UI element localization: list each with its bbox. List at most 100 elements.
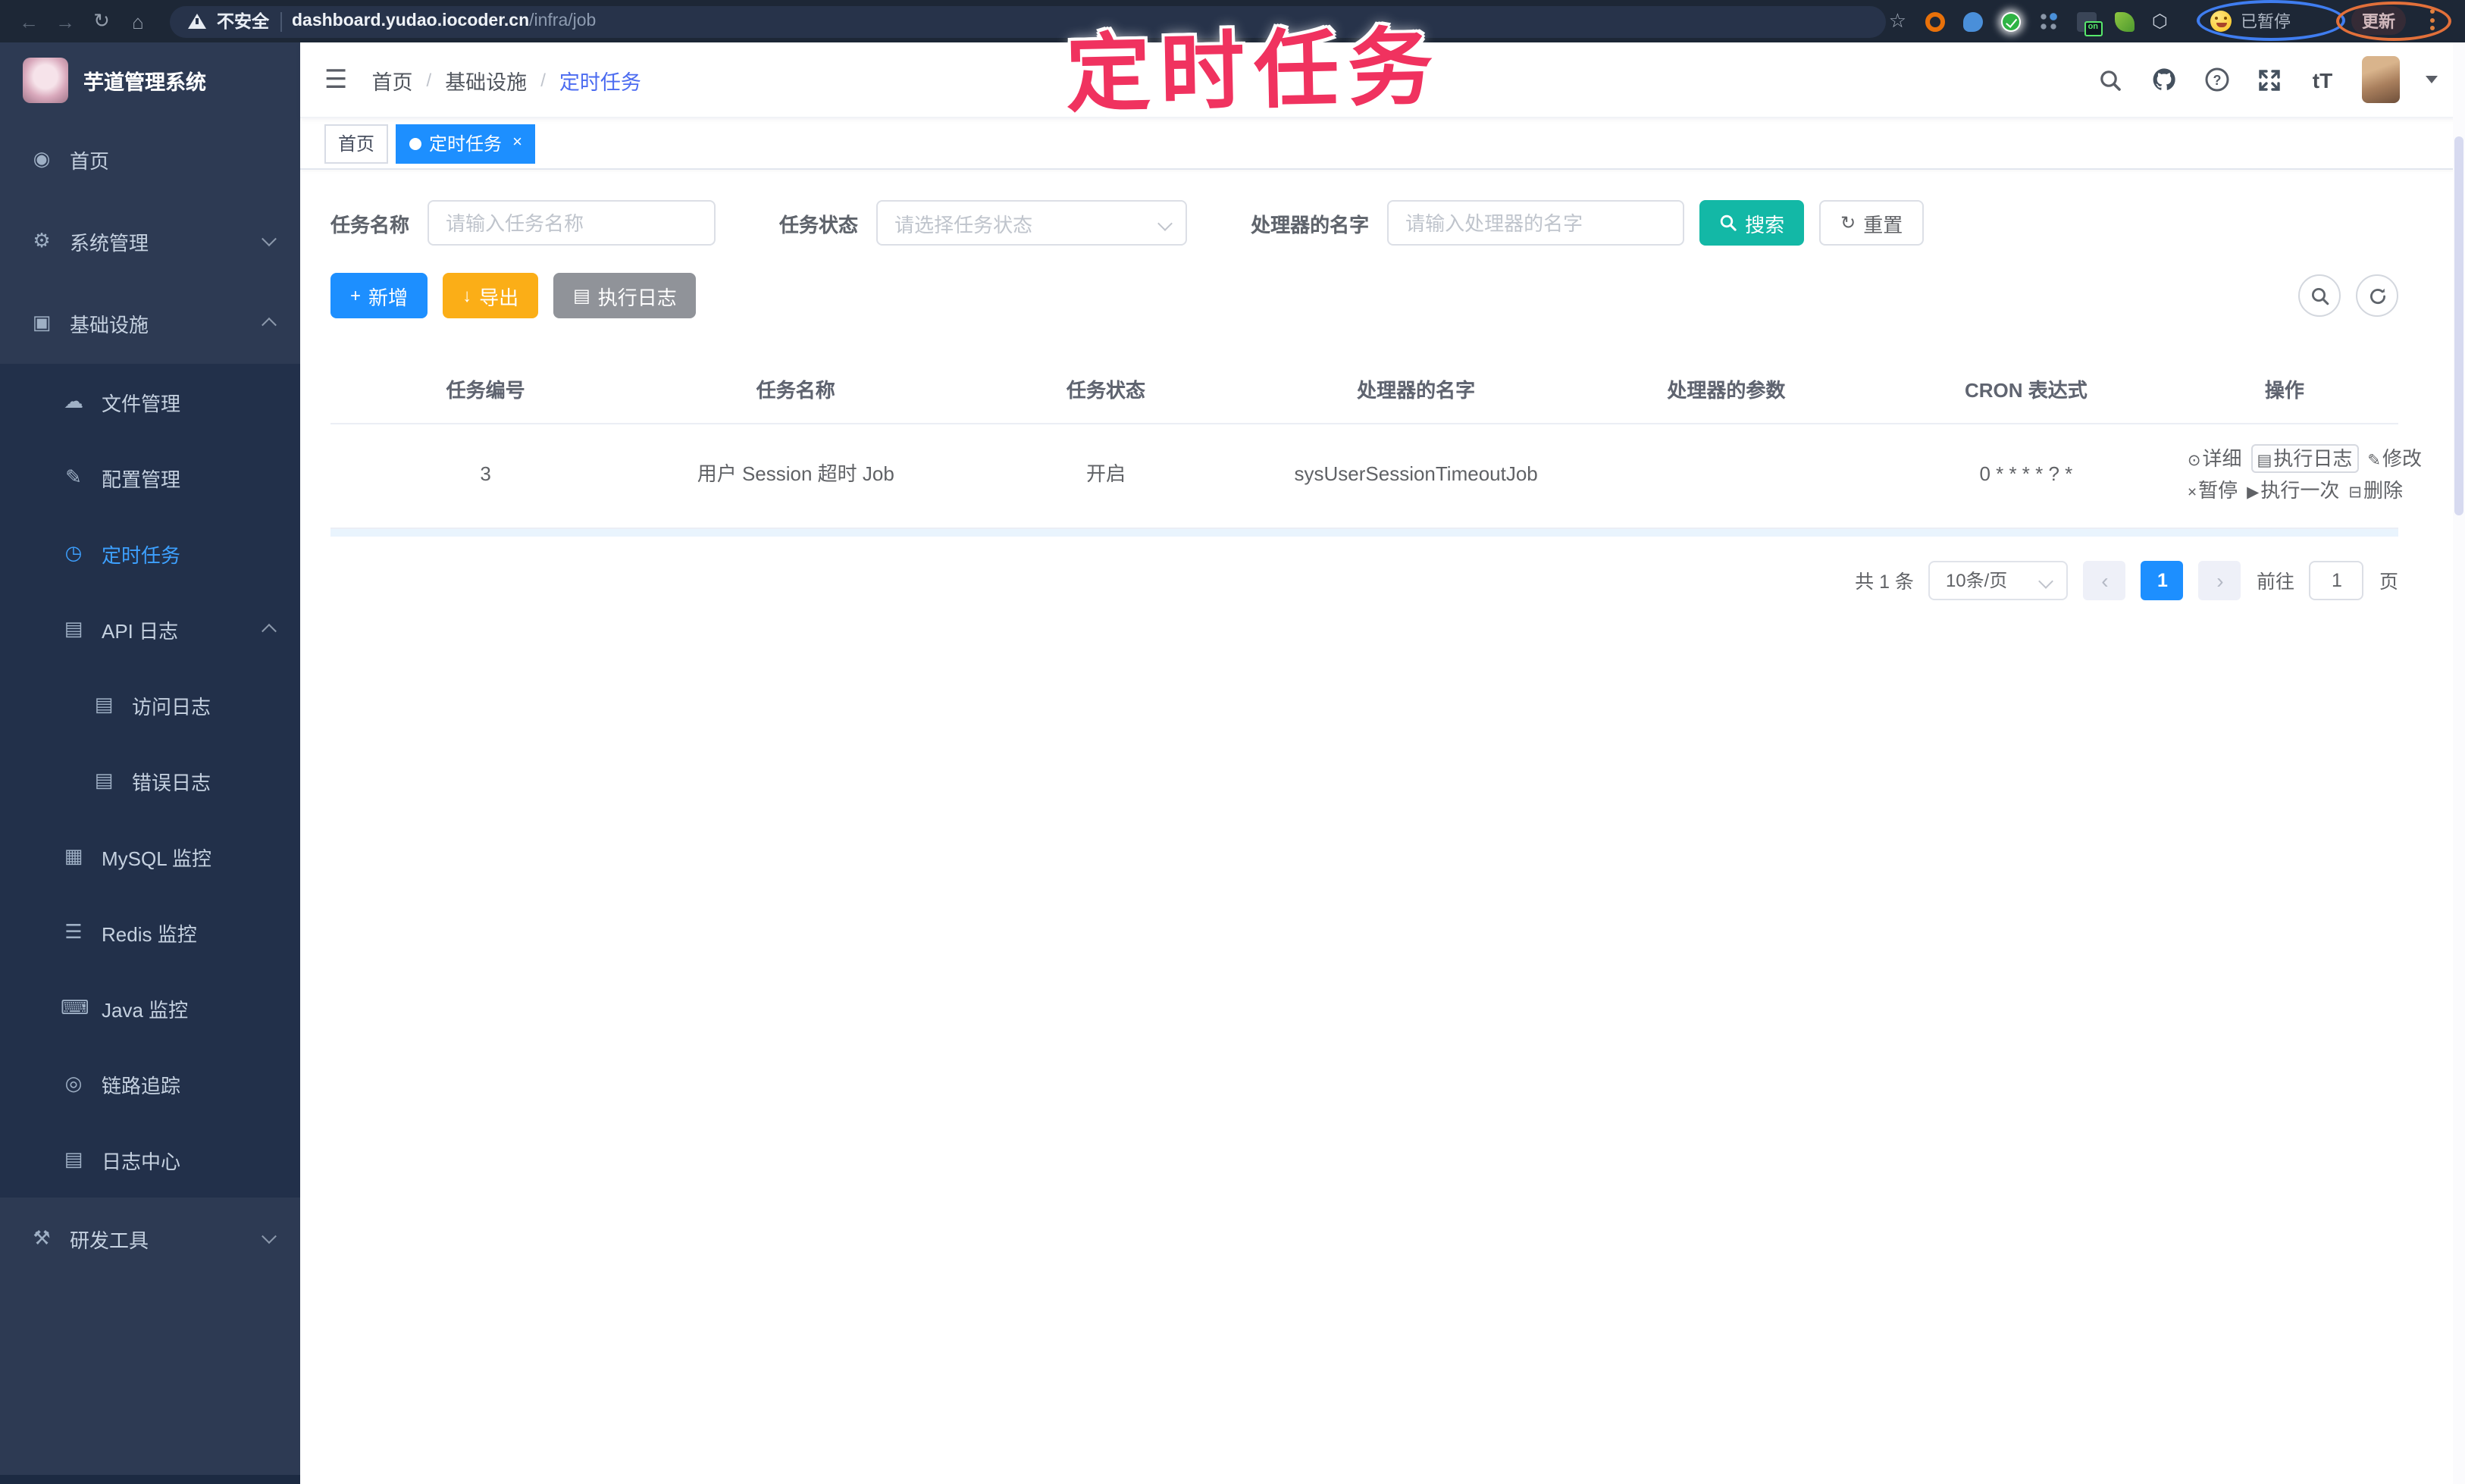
goto-page-input[interactable] xyxy=(2309,560,2364,600)
tab-scheduled-jobs[interactable]: 定时任务 × xyxy=(396,124,536,163)
github-icon[interactable] xyxy=(2150,66,2177,93)
next-page-button[interactable]: › xyxy=(2198,560,2241,600)
export-button[interactable]: ↓ 导出 xyxy=(443,273,539,318)
download-icon: ↓ xyxy=(462,285,472,306)
hamburger-icon[interactable]: ☰ xyxy=(324,64,348,95)
tab-label: 首页 xyxy=(338,133,375,155)
sidebar-item-trace[interactable]: ◎ 链路追踪 xyxy=(0,1046,300,1122)
sidebar-item-home[interactable]: ◉ 首页 xyxy=(0,118,300,200)
current-page-button[interactable]: 1 xyxy=(2141,560,2184,600)
sidebar: 芋道管理系统 ◉ 首页 ⚙ 系统管理 ▣ 基础设施 ☁ 文件管理 ✎ 配置管理 … xyxy=(0,42,300,1484)
tools-icon: ⚒ xyxy=(33,1226,51,1249)
extension-icon[interactable] xyxy=(1925,11,1945,31)
delete-link[interactable]: ⊟ 删除 xyxy=(2348,479,2403,502)
x-icon: × xyxy=(2187,483,2197,502)
bookmark-star-icon[interactable]: ☆ xyxy=(1889,9,1906,33)
clipboard-icon: ▤ xyxy=(573,285,590,306)
avatar-caret-icon[interactable] xyxy=(2426,76,2438,83)
browser-forward-icon[interactable]: → xyxy=(49,10,82,33)
chevron-up-icon xyxy=(262,623,277,639)
breadcrumb-separator: / xyxy=(540,69,546,90)
sidebar-item-label: 基础设施 xyxy=(70,313,149,336)
extensions-puzzle-icon[interactable]: ⬡ xyxy=(2152,11,2168,32)
refresh-icon: ↻ xyxy=(1840,212,1856,233)
scrollbar-thumb[interactable] xyxy=(2454,136,2463,515)
toggle-search-button[interactable] xyxy=(2298,274,2341,317)
help-icon[interactable]: ? xyxy=(2203,66,2230,93)
table-utility-buttons xyxy=(2298,274,2398,317)
sidebar-item-infra[interactable]: ▣ 基础设施 xyxy=(0,282,300,364)
sidebar-item-file-manage[interactable]: ☁ 文件管理 xyxy=(0,364,300,440)
database-icon: ▦ xyxy=(64,844,83,867)
sidebar-item-label: 研发工具 xyxy=(70,1229,149,1251)
col-cron: CRON 表达式 xyxy=(1881,355,2171,424)
edit-link[interactable]: ✎ 修改 xyxy=(2367,447,2422,470)
app-logo-row[interactable]: 芋道管理系统 xyxy=(0,42,300,118)
extension-icon[interactable]: on xyxy=(2076,11,2103,36)
user-avatar[interactable] xyxy=(2362,56,2400,103)
extension-icon[interactable] xyxy=(1962,11,1983,31)
refresh-table-button[interactable] xyxy=(2356,274,2398,317)
pagination: 共 1 条 10条/页 ‹ 1 › 前往 页 xyxy=(330,560,2398,600)
sidebar-item-config-manage[interactable]: ✎ 配置管理 xyxy=(0,440,300,515)
run-once-link[interactable]: ▶ 执行一次 xyxy=(2247,479,2339,502)
page-size-value: 10条/页 xyxy=(1945,570,2008,592)
job-status-select[interactable]: 请选择任务状态 xyxy=(876,200,1188,246)
job-log-link[interactable]: ▤ 执行日志 xyxy=(2250,444,2359,473)
extension-leaf-icon[interactable] xyxy=(2114,11,2135,31)
prev-page-button[interactable]: ‹ xyxy=(2083,560,2126,600)
sidebar-item-log-center[interactable]: ▤ 日志中心 xyxy=(0,1122,300,1198)
sidebar-bottom-scrollbar[interactable] xyxy=(0,1475,300,1484)
extension-check-icon[interactable] xyxy=(2000,11,2021,31)
search-icon[interactable] xyxy=(2097,66,2124,93)
breadcrumb-home[interactable]: 首页 xyxy=(372,64,413,95)
breadcrumb-section[interactable]: 基础设施 xyxy=(445,64,527,95)
sidebar-item-access-log[interactable]: ▤ 访问日志 xyxy=(0,667,300,743)
sidebar-item-api-log[interactable]: ▤ API 日志 xyxy=(0,591,300,667)
tab-home[interactable]: 首页 xyxy=(324,124,389,163)
pause-link[interactable]: × 暂停 xyxy=(2188,479,2238,502)
filter-form: 任务名称 任务状态 请选择任务状态 处理器的名字 搜索 ↻ xyxy=(330,200,2398,246)
sidebar-item-label: 访问日志 xyxy=(132,695,211,718)
reset-button-label: 重置 xyxy=(1863,213,1903,236)
job-name-input[interactable] xyxy=(428,200,716,246)
col-handler-name: 处理器的名字 xyxy=(1261,355,1571,424)
col-job-name: 任务名称 xyxy=(641,355,951,424)
page-scrollbar[interactable] xyxy=(2453,42,2465,1484)
extension-grid-icon[interactable] xyxy=(2038,11,2059,31)
sidebar-item-mysql-monitor[interactable]: ▦ MySQL 监控 xyxy=(0,819,300,894)
cell-job-status: 开启 xyxy=(951,424,1261,529)
job-log-button[interactable]: ▤ 执行日志 xyxy=(553,273,697,318)
sidebar-menu: ◉ 首页 ⚙ 系统管理 ▣ 基础设施 ☁ 文件管理 ✎ 配置管理 ◷ 定时任务 … xyxy=(0,118,300,1279)
sidebar-item-scheduled-jobs[interactable]: ◷ 定时任务 xyxy=(0,515,300,591)
sidebar-item-label: API 日志 xyxy=(102,619,179,642)
reset-button[interactable]: ↻ 重置 xyxy=(1819,200,1925,246)
font-size-icon[interactable]: tT xyxy=(2309,66,2336,93)
sidebar-item-system[interactable]: ⚙ 系统管理 xyxy=(0,200,300,282)
add-button[interactable]: + 新增 xyxy=(330,273,428,318)
detail-link[interactable]: ⊙ 详细 xyxy=(2188,447,2242,470)
page-size-select[interactable]: 10条/页 xyxy=(1928,560,2069,600)
breadcrumb-current: 定时任务 xyxy=(559,70,641,93)
handler-name-input[interactable] xyxy=(1387,200,1685,246)
browser-home-icon[interactable]: ⌂ xyxy=(121,10,155,33)
browser-reload-icon[interactable]: ↻ xyxy=(85,9,118,33)
sidebar-item-error-log[interactable]: ▤ 错误日志 xyxy=(0,743,300,819)
close-icon[interactable]: × xyxy=(512,134,522,152)
chevron-down-icon xyxy=(2039,573,2054,589)
pencil-icon: ✎ xyxy=(2367,452,2381,470)
job-status-label: 任务状态 xyxy=(779,213,859,236)
chevron-down-icon xyxy=(262,231,277,247)
chevron-down-icon xyxy=(262,1229,277,1244)
address-bar[interactable]: 不安全 dashboard.yudao.iocoder.cn/infra/job xyxy=(170,5,1886,37)
search-button[interactable]: 搜索 xyxy=(1699,200,1805,246)
fullscreen-icon[interactable] xyxy=(2256,66,2283,93)
table-row: 3 用户 Session 超时 Job 开启 sysUserSessionTim… xyxy=(330,424,2422,529)
browser-back-icon[interactable]: ← xyxy=(12,10,45,33)
sidebar-item-dev-tools[interactable]: ⚒ 研发工具 xyxy=(0,1198,300,1279)
sidebar-item-java-monitor[interactable]: ⌨ Java 监控 xyxy=(0,970,300,1046)
url-host: dashboard.yudao.iocoder.cn xyxy=(292,12,530,30)
sidebar-item-redis-monitor[interactable]: ☰ Redis 监控 xyxy=(0,894,300,970)
col-handler-param: 处理器的参数 xyxy=(1571,355,1881,424)
active-tab-dot xyxy=(409,137,422,149)
